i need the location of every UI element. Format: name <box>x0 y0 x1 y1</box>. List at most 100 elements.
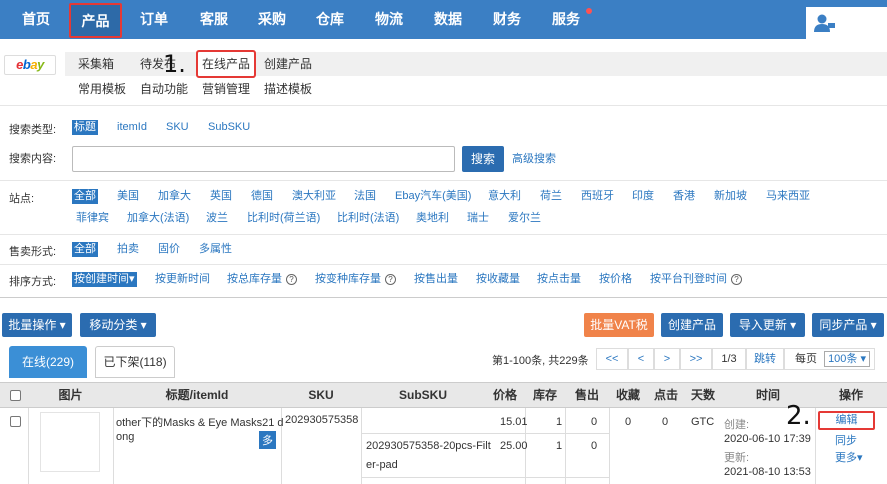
pager-prev[interactable]: < <box>628 348 654 370</box>
search-type-sku[interactable]: SKU <box>166 120 189 135</box>
nav-customer-service[interactable]: 客服 <box>190 0 238 39</box>
site-india[interactable]: 印度 <box>632 189 654 204</box>
sale-form-all[interactable]: 全部 <box>72 242 98 257</box>
site-netherlands[interactable]: 荷兰 <box>540 189 562 204</box>
per-page-select[interactable]: 100条 ▾ <box>824 351 870 367</box>
site-ireland[interactable]: 爱尔兰 <box>508 211 541 226</box>
pager-jump[interactable]: 跳转 <box>746 348 784 370</box>
site-poland[interactable]: 波兰 <box>206 211 228 226</box>
site-singapore[interactable]: 新加坡 <box>714 189 747 204</box>
sort-updated-time[interactable]: 按更新时间 <box>155 272 210 287</box>
nav-products[interactable]: 产品 <box>69 3 122 38</box>
edit-link[interactable]: 编辑 <box>818 411 875 430</box>
site-malaysia[interactable]: 马来西亚 <box>766 189 810 204</box>
sync-product-button[interactable]: 同步产品 ▾ <box>812 313 884 337</box>
tab-online[interactable]: 在线(229) <box>9 346 87 378</box>
divider <box>28 408 29 484</box>
batch-operations-button[interactable]: 批量操作 ▾ <box>2 313 72 337</box>
pager-first[interactable]: << <box>596 348 628 370</box>
sort-created-time[interactable]: 按创建时间▾ <box>72 272 137 287</box>
more-link[interactable]: 更多▾ <box>835 449 863 465</box>
subnav-create-product[interactable]: 创建产品 <box>264 54 312 74</box>
pager-next[interactable]: > <box>654 348 680 370</box>
product-thumbnail[interactable] <box>40 412 100 472</box>
subnav-description-templates[interactable]: 描述模板 <box>264 79 312 99</box>
notification-dot <box>586 8 592 14</box>
help-icon[interactable]: ? <box>731 273 742 285</box>
search-type-title[interactable]: 标题 <box>72 120 98 135</box>
nav-finance[interactable]: 财务 <box>483 0 531 39</box>
sort-total-stock[interactable]: 按总库存量? <box>227 272 297 287</box>
sale-form-multi-variant[interactable]: 多属性 <box>199 242 232 257</box>
sale-form-fixed[interactable]: 固价 <box>158 242 180 257</box>
subnav-marketing[interactable]: 营销管理 <box>202 79 250 99</box>
sort-clicks[interactable]: 按点击量 <box>537 272 581 287</box>
site-all[interactable]: 全部 <box>72 189 98 204</box>
search-type-itemid[interactable]: itemId <box>117 120 147 135</box>
search-content-label: 搜索内容: <box>9 153 57 165</box>
product-title[interactable]: other下的Masks & Eye Masks21 d <box>116 414 284 430</box>
user-icon[interactable] <box>814 13 836 33</box>
site-switzerland[interactable]: 瑞士 <box>467 211 489 226</box>
site-canada[interactable]: 加拿大 <box>158 189 191 204</box>
search-button[interactable]: 搜索 <box>462 146 504 172</box>
subnav-auto-functions[interactable]: 自动功能 <box>140 79 188 99</box>
tab-delisted[interactable]: 已下架(118) <box>95 346 175 378</box>
row-checkbox[interactable] <box>10 416 21 427</box>
sort-favorites[interactable]: 按收藏量 <box>476 272 520 287</box>
site-belgium-french[interactable]: 比利时(法语) <box>337 211 399 226</box>
sort-variant-stock[interactable]: 按变种库存量? <box>315 272 396 287</box>
site-philippines[interactable]: 菲律宾 <box>76 211 109 226</box>
ebay-logo[interactable]: ebay <box>4 55 56 75</box>
sale-form-auction[interactable]: 拍卖 <box>117 242 139 257</box>
updated-label: 更新: <box>724 452 750 464</box>
search-type-subsku[interactable]: SubSKU <box>208 120 250 135</box>
nav-orders[interactable]: 订单 <box>130 0 178 39</box>
subnav-online-products[interactable]: 在线产品 <box>196 50 257 78</box>
nav-logistics[interactable]: 物流 <box>365 0 413 39</box>
nav-home[interactable]: 首页 <box>10 0 62 39</box>
site-spain[interactable]: 西班牙 <box>581 189 614 204</box>
subnav-common-templates[interactable]: 常用模板 <box>78 79 126 99</box>
nav-service[interactable]: 服务 <box>542 0 590 39</box>
clicks-count: 0 <box>662 416 669 428</box>
site-france[interactable]: 法国 <box>354 189 376 204</box>
created-label: 创建: <box>724 419 750 431</box>
move-category-button[interactable]: 移动分类 ▾ <box>80 313 156 337</box>
nav-data[interactable]: 数据 <box>424 0 472 39</box>
sort-price[interactable]: 按价格 <box>599 272 632 287</box>
product-title-cont[interactable]: ong <box>116 431 134 443</box>
batch-vat-button[interactable]: 批量VAT税 <box>584 313 654 337</box>
site-uk[interactable]: 英国 <box>210 189 232 204</box>
multi-variant-badge[interactable]: 多 <box>259 431 276 449</box>
create-product-button[interactable]: 创建产品 <box>661 313 723 337</box>
help-icon[interactable]: ? <box>385 273 396 285</box>
variant-stock: 1 <box>556 440 563 452</box>
site-australia[interactable]: 澳大利亚 <box>292 189 336 204</box>
nav-warehouse[interactable]: 仓库 <box>306 0 354 39</box>
sort-sold[interactable]: 按售出量 <box>414 272 458 287</box>
site-austria[interactable]: 奥地利 <box>416 211 449 226</box>
pager-last[interactable]: >> <box>680 348 712 370</box>
site-hongkong[interactable]: 香港 <box>673 189 695 204</box>
advanced-search-link[interactable]: 高级搜索 <box>512 152 556 167</box>
sort-listing-time-label[interactable]: 按平台刊登时间 <box>650 273 727 285</box>
nav-purchase[interactable]: 采购 <box>248 0 296 39</box>
site-ebay-motors[interactable]: Ebay汽车(美国) <box>395 189 471 204</box>
site-italy[interactable]: 意大利 <box>488 189 521 204</box>
select-all-checkbox[interactable] <box>10 390 21 401</box>
sort-total-stock-label[interactable]: 按总库存量 <box>227 273 282 285</box>
site-belgium-dutch[interactable]: 比利时(荷兰语) <box>247 211 320 226</box>
search-input[interactable] <box>72 146 455 172</box>
sort-variant-stock-label[interactable]: 按变种库存量 <box>315 273 381 285</box>
sort-listing-time[interactable]: 按平台刊登时间? <box>650 272 742 287</box>
subnav-collection-box[interactable]: 采集箱 <box>78 54 114 74</box>
site-us[interactable]: 美国 <box>117 189 139 204</box>
sort-label: 排序方式: <box>9 276 57 288</box>
help-icon[interactable]: ? <box>286 273 297 285</box>
import-update-button[interactable]: 导入更新 ▾ <box>730 313 805 337</box>
sync-link[interactable]: 同步 <box>835 432 857 448</box>
variant-price: 15.01 <box>500 416 528 428</box>
site-germany[interactable]: 德国 <box>251 189 273 204</box>
site-canada-french[interactable]: 加拿大(法语) <box>127 211 189 226</box>
